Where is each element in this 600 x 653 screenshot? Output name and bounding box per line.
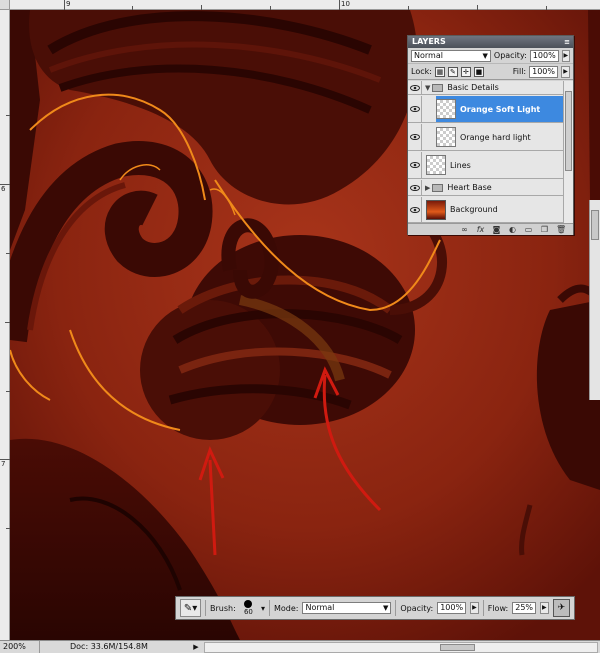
lock-all-icon[interactable]: ■ [473,66,484,77]
document-size: Doc: 33.6M/154.8M [70,642,148,651]
brush-tip-icon [244,600,253,608]
trash-icon[interactable]: 🗑 [556,225,566,234]
adjustment-icon[interactable]: ◐ [508,225,517,234]
visibility-eye-icon[interactable] [408,197,422,222]
brush-flow-field[interactable]: 25% [512,602,537,614]
layer-row-selected[interactable]: Orange Soft Light [408,96,563,123]
airbrush-icon[interactable]: ✈ [552,599,570,617]
lock-label: Lock: [411,67,432,76]
ruler-label: 6 [1,185,6,193]
brush-preset-picker[interactable]: 60 [240,600,257,616]
layer-thumbnail [426,199,446,220]
blend-mode-select[interactable]: Normal ▼ [411,49,491,62]
fill-label: Fill: [512,67,527,76]
panel-menu-icon[interactable]: ≡ [561,36,573,48]
brush-label: Brush: [210,603,236,613]
layers-panel-title: LAYERS [412,37,446,46]
layer-name: Orange hard light [460,132,531,142]
status-menu-arrow-icon[interactable]: ▶ [190,641,202,653]
opacity-slider-button[interactable]: ▶ [561,49,570,62]
zoom-level[interactable]: 200% [0,641,40,653]
scroll-thumb[interactable] [591,210,599,240]
layer-row-group[interactable]: ▶ Heart Base [408,180,563,196]
fx-icon[interactable]: fx [476,225,485,234]
lock-pixels-icon[interactable]: ✎ [447,66,458,77]
layer-name: Lines [450,160,471,170]
layer-name: Heart Base [447,183,492,192]
visibility-eye-icon[interactable] [408,96,422,122]
fill-field[interactable]: 100% [529,65,558,78]
layer-thumbnail [426,155,446,175]
scroll-thumb[interactable] [565,91,572,171]
visibility-eye-icon[interactable] [408,180,422,195]
ruler-origin[interactable] [0,0,10,10]
brush-mode-value: Normal [305,603,335,612]
link-icon[interactable]: ∞ [460,225,469,234]
layer-thumbnail [436,127,456,147]
layer-thumbnail [436,99,456,119]
lock-position-icon[interactable]: ✛ [460,66,471,77]
layer-row-group[interactable]: ▼ Basic Details [408,81,563,95]
layers-panel-title-bar[interactable]: LAYERS ≡ [408,36,573,48]
opacity-slider-button[interactable]: ▶ [470,602,479,614]
layers-scrollbar[interactable] [563,81,573,223]
scroll-thumb[interactable] [440,643,475,651]
visibility-eye-icon[interactable] [408,124,422,150]
ruler-label: 7 [1,460,6,468]
brush-options-bar: ✎▾ Brush: 60 ▾ Mode: Normal ▼ Opacity: 1… [175,596,575,620]
group-icon[interactable]: ▭ [524,225,533,234]
visibility-eye-icon[interactable] [408,81,422,94]
opacity-field[interactable]: 100% [529,49,559,62]
ruler-label: 10 [341,0,350,8]
mode-label: Mode: [273,603,299,613]
layer-list: ▼ Basic Details Orange Soft Light Orange… [408,81,563,223]
fill-slider-button[interactable]: ▶ [561,65,570,78]
brush-tool-icon[interactable]: ✎▾ [180,599,202,617]
layer-row[interactable]: Orange hard light [408,124,563,151]
flow-slider-button[interactable]: ▶ [540,602,549,614]
lock-transparency-icon[interactable]: ▦ [434,66,445,77]
layer-row[interactable]: Lines [408,152,563,179]
layer-name: Background [450,205,498,214]
flow-label: Flow: [487,603,509,613]
chevron-down-icon: ▼ [382,604,389,612]
layers-footer: ∞ fx ◙ ◐ ▭ ❐ 🗑 [408,223,573,235]
ruler-label: 9 [66,0,71,8]
opacity-label: Opacity: [493,51,527,60]
blend-mode-value: Normal [414,50,443,60]
mask-icon[interactable]: ◙ [492,225,501,234]
photoshop-window: 9 10 6 7 LAYERS ≡ Normal ▼ Opacity: 100%… [0,0,600,653]
ruler-vertical: 6 7 [0,10,10,640]
folder-icon [432,183,444,192]
folder-icon [432,83,444,92]
brush-opacity-field[interactable]: 100% [437,602,467,614]
ruler-horizontal: 9 10 [0,0,600,10]
chevron-down-icon[interactable]: ▾ [261,604,265,613]
status-bar: 200% Doc: 33.6M/154.8M ▶ [0,640,600,653]
visibility-eye-icon[interactable] [408,152,422,178]
canvas-horizontal-scrollbar[interactable] [204,641,598,653]
new-layer-icon[interactable]: ❐ [540,225,549,234]
brush-mode-select[interactable]: Normal ▼ [302,602,392,614]
collapse-triangle-icon[interactable]: ▶ [425,184,430,192]
brush-size: 60 [243,608,253,616]
layer-row[interactable]: Background [408,197,563,223]
layer-name: Orange Soft Light [460,104,541,114]
layer-name: Basic Details [447,83,499,92]
opacity-label: Opacity: [400,603,434,613]
canvas-vertical-scrollbar[interactable] [589,200,600,400]
chevron-down-icon: ▼ [482,51,488,60]
expand-triangle-icon[interactable]: ▼ [425,84,430,92]
layers-panel: LAYERS ≡ Normal ▼ Opacity: 100% ▶ Lock: … [407,35,574,235]
